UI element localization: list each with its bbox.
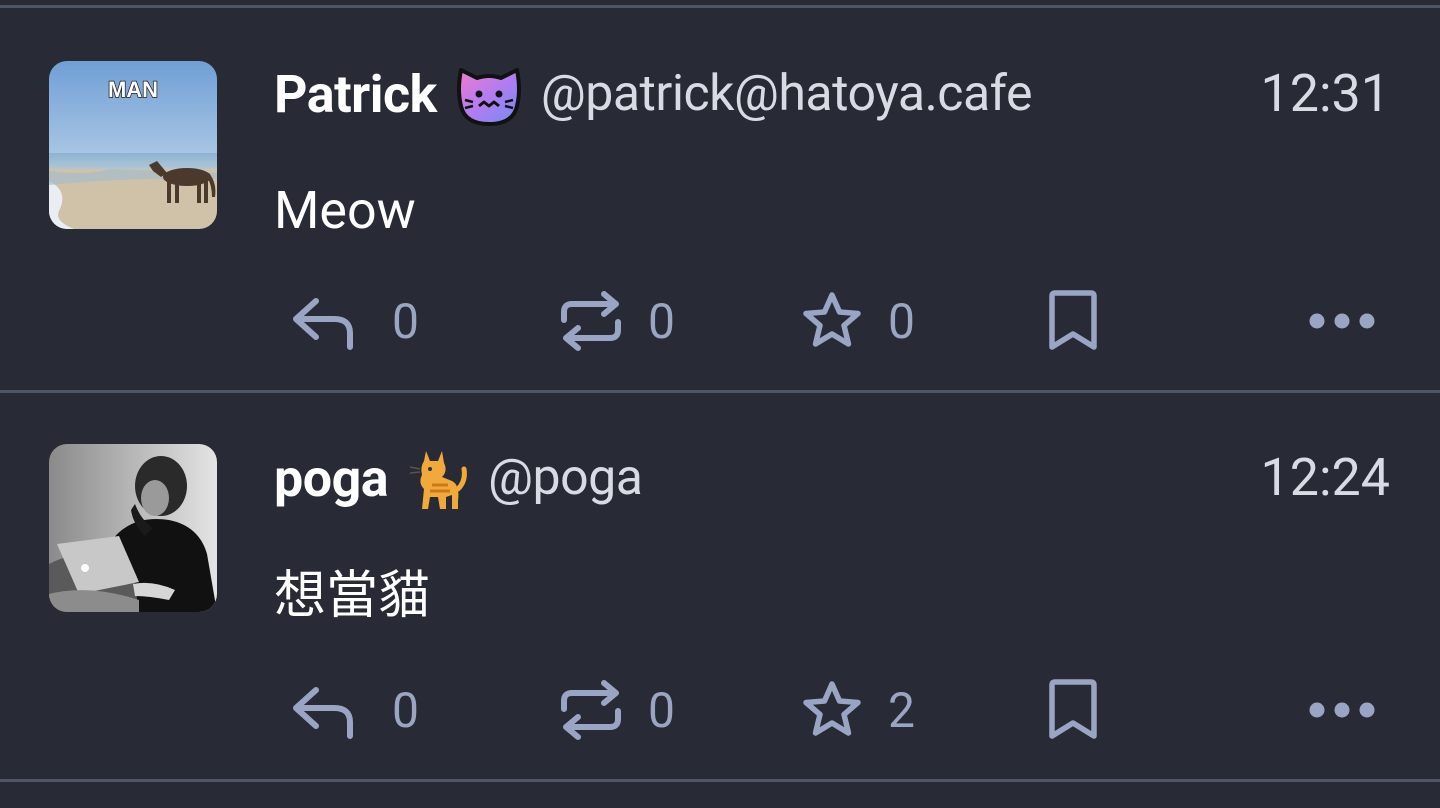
status-content: Meow (274, 180, 416, 241)
boost-count: 0 (648, 681, 675, 739)
more-icon (1309, 702, 1375, 718)
favourite-count: 2 (888, 681, 915, 739)
boost-button[interactable]: 0 (558, 675, 675, 745)
boost-button[interactable]: 0 (558, 286, 675, 356)
star-icon (803, 292, 861, 347)
display-name[interactable]: Patrick (274, 64, 437, 125)
favourite-button[interactable]: 2 (800, 675, 915, 745)
star-icon (803, 681, 861, 736)
account-handle[interactable]: @patrick@hatoya.cafe (541, 65, 1033, 123)
status-actions: 0 0 0 (0, 286, 1440, 356)
bookmark-button[interactable] (1046, 675, 1100, 745)
more-button[interactable] (1308, 675, 1376, 745)
boost-count: 0 (648, 292, 675, 350)
status-timestamp[interactable]: 12:24 (1261, 443, 1391, 513)
horse-on-beach-avatar: MAN (49, 61, 217, 229)
bookmark-icon (1049, 679, 1097, 739)
cat-emoji-icon (408, 445, 468, 511)
status-timestamp[interactable]: 12:31 (1261, 59, 1391, 129)
status-card[interactable]: MAN Patrick @patrick@hatoya.cafe 12:31 M… (0, 8, 1440, 392)
more-icon (1309, 313, 1375, 329)
cat-face-emoji-icon (455, 60, 523, 128)
bookmark-icon (1049, 290, 1097, 350)
reply-button[interactable]: 0 (290, 675, 419, 745)
boost-icon (561, 291, 621, 351)
status-header: Patrick @patrick@hatoya.cafe (274, 59, 1033, 129)
avatar-caption: MAN (108, 77, 158, 102)
reply-icon (293, 687, 353, 739)
account-handle[interactable]: @poga (488, 449, 643, 507)
more-button[interactable] (1308, 286, 1376, 356)
reply-count: 0 (392, 681, 419, 739)
status-card[interactable]: poga @poga 12:24 想當貓 0 0 2 (0, 393, 1440, 777)
status-header: poga @poga (274, 443, 643, 513)
person-with-laptop-avatar (49, 444, 217, 612)
status-actions: 0 0 2 (0, 675, 1440, 745)
avatar[interactable]: MAN (49, 61, 217, 229)
status-content: 想當貓 (274, 565, 431, 626)
divider (0, 779, 1440, 782)
reply-count: 0 (392, 292, 419, 350)
favourite-count: 0 (888, 292, 915, 350)
boost-icon (561, 680, 621, 740)
bookmark-button[interactable] (1046, 286, 1100, 356)
reply-icon (293, 298, 353, 350)
avatar[interactable] (49, 444, 217, 612)
reply-button[interactable]: 0 (290, 286, 419, 356)
favourite-button[interactable]: 0 (800, 286, 915, 356)
display-name[interactable]: poga (274, 448, 389, 509)
timeline: MAN Patrick @patrick@hatoya.cafe 12:31 M… (0, 0, 1440, 808)
